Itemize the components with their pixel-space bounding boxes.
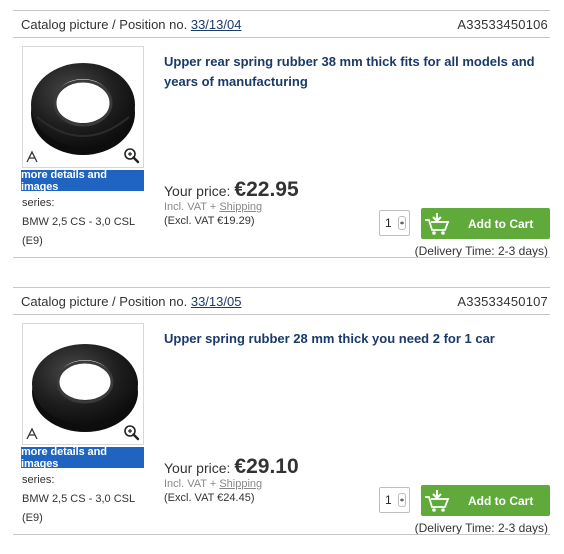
product-item: Catalog picture / Position no. 33/13/05 … [13, 287, 550, 535]
header-prefix: Catalog picture / Position no. [21, 16, 188, 32]
price-box: Your price: €22.95 Incl. VAT + Shipping … [164, 178, 299, 227]
item-header: Catalog picture / Position no. 33/13/04 … [13, 10, 550, 38]
series-label: series: [22, 197, 55, 209]
delivery-time: (Delivery Time: 2-3 days) [414, 244, 548, 258]
series-code: (E9) [22, 235, 43, 247]
magnifier-icon[interactable] [123, 147, 140, 164]
more-details-button[interactable]: more details and images [21, 446, 144, 470]
price-label: Your price: [164, 183, 231, 199]
product-image[interactable] [22, 323, 144, 445]
series-info: series: BMW 2,5 CS - 3,0 CSL (E9) [22, 471, 135, 528]
price-line: Your price: €22.95 [164, 178, 299, 202]
item-body: more details and images series: BMW 2,5 … [13, 315, 550, 535]
series-model: BMW 2,5 CS - 3,0 CSL [22, 216, 136, 228]
article-number: A33533450107 [457, 293, 548, 309]
series-info: series: BMW 2,5 CS - 3,0 CSL (E9) [22, 194, 135, 251]
product-title[interactable]: Upper spring rubber 28 mm thick you need… [164, 329, 544, 349]
price-value: €22.95 [234, 178, 299, 201]
vat-line: Incl. VAT + Shipping [164, 201, 299, 213]
item-divider [13, 257, 550, 258]
add-to-cart-button[interactable]: Add to Cart [421, 208, 550, 239]
add-to-cart-label: Add to Cart [468, 493, 534, 508]
position-link[interactable]: 33/13/04 [191, 17, 242, 32]
add-to-cart-label: Add to Cart [468, 216, 534, 231]
series-label: series: [22, 474, 55, 486]
position-info: Catalog picture / Position no. 33/13/05 [21, 294, 241, 309]
pen-icon [26, 150, 38, 163]
item-body: more details and images series: BMW 2,5 … [13, 38, 550, 258]
product-title[interactable]: Upper rear spring rubber 38 mm thick fit… [164, 52, 544, 92]
price-value: €29.10 [234, 455, 299, 478]
incl-vat-text: Incl. VAT + [164, 478, 220, 490]
article-number: A33533450106 [457, 16, 548, 32]
item-divider [13, 534, 550, 535]
cart-icon [425, 212, 450, 235]
stepper-icon[interactable] [398, 493, 406, 507]
cart-icon [425, 489, 450, 512]
magnifier-icon[interactable] [123, 424, 140, 441]
delivery-time: (Delivery Time: 2-3 days) [414, 521, 548, 535]
add-to-cart-button[interactable]: Add to Cart [421, 485, 550, 516]
position-link[interactable]: 33/13/05 [191, 294, 242, 309]
product-item: Catalog picture / Position no. 33/13/04 … [13, 10, 550, 258]
pen-icon [26, 427, 38, 440]
stepper-icon[interactable] [398, 216, 406, 230]
quantity-stepper[interactable]: 1 [379, 487, 410, 513]
item-header: Catalog picture / Position no. 33/13/05 … [13, 287, 550, 315]
incl-vat-text: Incl. VAT + [164, 201, 220, 213]
quantity-value: 1 [385, 216, 392, 230]
quantity-stepper[interactable]: 1 [379, 210, 410, 236]
position-info: Catalog picture / Position no. 33/13/04 [21, 17, 241, 32]
price-line: Your price: €29.10 [164, 455, 299, 479]
price-label: Your price: [164, 460, 231, 476]
quantity-value: 1 [385, 493, 392, 507]
excl-vat-text: (Excl. VAT €24.45) [164, 492, 255, 504]
excl-vat-text: (Excl. VAT €19.29) [164, 215, 255, 227]
shipping-link[interactable]: Shipping [219, 478, 262, 490]
shipping-link[interactable]: Shipping [219, 201, 262, 213]
series-model: BMW 2,5 CS - 3,0 CSL [22, 493, 136, 505]
header-prefix: Catalog picture / Position no. [21, 293, 188, 309]
price-box: Your price: €29.10 Incl. VAT + Shipping … [164, 455, 299, 504]
product-image[interactable] [22, 46, 144, 168]
series-code: (E9) [22, 512, 43, 524]
more-details-button[interactable]: more details and images [21, 169, 144, 193]
vat-line: Incl. VAT + Shipping [164, 478, 299, 490]
